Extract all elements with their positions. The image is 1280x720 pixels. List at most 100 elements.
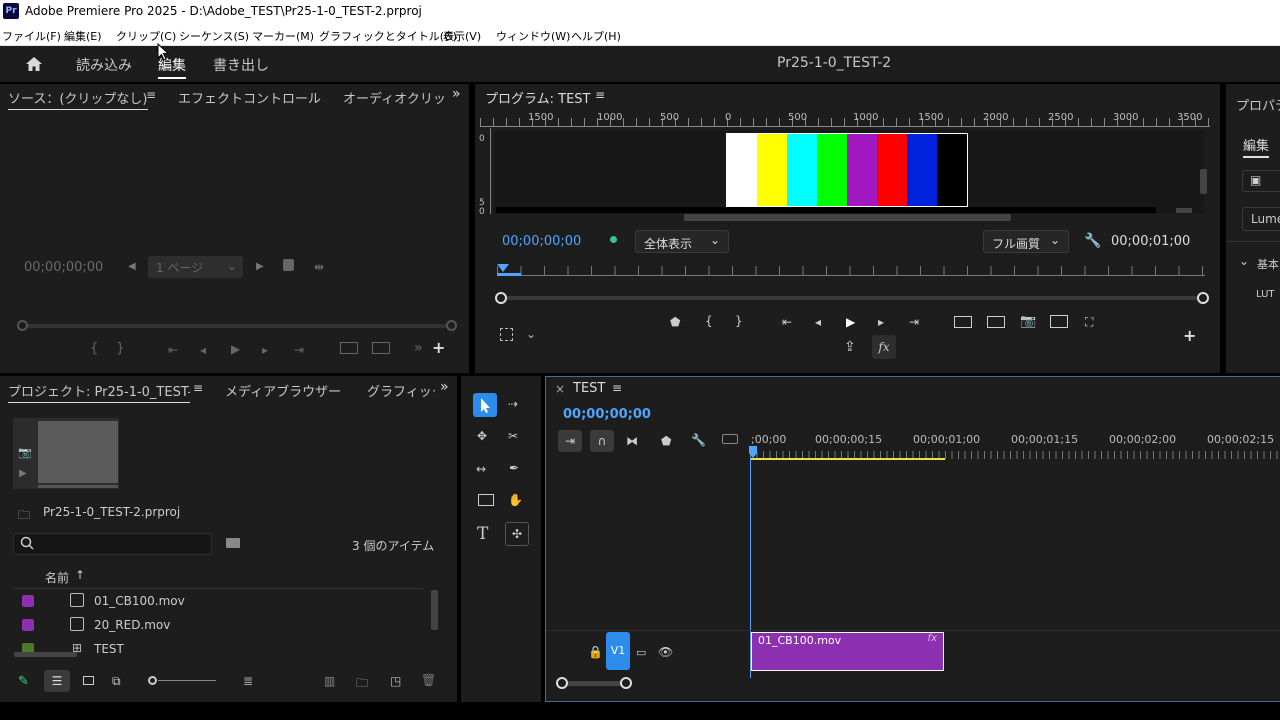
mark-out-icon[interactable]: } xyxy=(735,314,743,328)
home-icon[interactable] xyxy=(25,56,43,76)
ripple-edit-icon[interactable]: ✥ xyxy=(477,429,487,443)
basic-section-label[interactable]: 基本 xyxy=(1257,256,1279,272)
lock-icon[interactable]: 🔒 xyxy=(588,645,603,659)
go-to-in-icon[interactable]: ⇤ xyxy=(168,343,178,357)
zoom-slider-handle[interactable] xyxy=(148,676,157,685)
pen-icon[interactable]: ✒ xyxy=(509,461,519,475)
fx-button[interactable]: fx xyxy=(872,335,896,359)
menu-window[interactable]: ウィンドウ(W) xyxy=(496,28,570,44)
find-icon[interactable]: 🗀 xyxy=(356,674,368,695)
chevron-down-icon[interactable]: ⌄ xyxy=(526,327,536,341)
freeform-view-icon[interactable]: ⧉ xyxy=(112,674,121,689)
add-marker-icon[interactable]: ⬟ xyxy=(670,315,680,329)
tab-import[interactable]: 読み込み xyxy=(76,55,132,75)
sort-icons-icon[interactable]: ≣ xyxy=(243,674,253,688)
list-item[interactable]: ⊞ TEST xyxy=(13,637,425,661)
slip-icon[interactable]: ↔ xyxy=(476,462,486,476)
automate-to-sequence-icon[interactable]: ▥ xyxy=(324,674,335,688)
type-icon[interactable]: T xyxy=(477,524,488,544)
overwrite-icon[interactable] xyxy=(372,342,390,354)
nest-toggle-icon[interactable]: ⇥ xyxy=(558,430,582,452)
page-select[interactable]: 1 ページ ⌄ xyxy=(148,256,243,278)
project-search-input[interactable] xyxy=(13,533,212,555)
razor-icon[interactable]: ✂ xyxy=(508,429,518,443)
source-scroll-start[interactable] xyxy=(17,320,28,331)
program-zoom-track[interactable] xyxy=(500,296,1203,300)
track-select-forward-icon[interactable]: ⇢ xyxy=(508,397,518,411)
linked-selection-icon[interactable]: ⧓ xyxy=(626,434,638,448)
rectangle-icon[interactable] xyxy=(478,494,494,506)
viewer-h-scrollbar[interactable] xyxy=(684,214,1011,221)
comparison-view-icon[interactable] xyxy=(1050,315,1068,328)
go-to-in-icon[interactable]: ⇤ xyxy=(782,315,792,329)
page-icon[interactable] xyxy=(283,259,294,271)
captions-icon[interactable] xyxy=(722,434,738,444)
wrench-icon[interactable]: 🔧 xyxy=(1084,233,1101,249)
tab-source[interactable]: ソース：(クリップなし) xyxy=(8,88,148,110)
hand-icon[interactable]: ✋ xyxy=(508,493,523,507)
zoom-handle-end[interactable] xyxy=(620,677,632,689)
fit-select[interactable]: 全体表示 ⌄ xyxy=(635,230,729,253)
timeline-clip[interactable]: 01_CB100.mov fx xyxy=(751,632,944,671)
tab-effect-controls[interactable]: エフェクトコントロール xyxy=(178,88,321,107)
zoom-handle-start[interactable] xyxy=(556,677,568,689)
trash-icon[interactable]: 🗑 xyxy=(421,673,436,687)
play-icon[interactable]: ▶ xyxy=(19,468,27,479)
close-icon[interactable]: × xyxy=(555,382,565,396)
zoom-handle-start[interactable] xyxy=(495,292,507,304)
menu-graphics[interactable]: グラフィックとタイトル(G) xyxy=(319,28,457,44)
next-page-icon[interactable]: ▶ xyxy=(256,261,264,272)
project-thumbnail[interactable] xyxy=(38,421,118,483)
program-title[interactable]: プログラム: TEST xyxy=(485,88,590,107)
viewer-v-scrollbar[interactable] xyxy=(1200,169,1207,194)
proxy-toggle-icon[interactable]: ⛶ xyxy=(1085,315,1093,330)
pencil-icon[interactable]: ✎ xyxy=(18,674,29,689)
icon-view-icon[interactable] xyxy=(83,676,94,685)
menu-marker[interactable]: マーカー(M) xyxy=(252,28,314,44)
menu-sequence[interactable]: シーケンス(S) xyxy=(179,28,249,44)
generative-extend-icon[interactable]: ✣ xyxy=(505,522,529,546)
source-menu-icon[interactable]: ≡ xyxy=(146,88,156,102)
prev-page-icon[interactable]: ◀ xyxy=(128,261,136,272)
timeline-timecode[interactable]: 00;00;00;00 xyxy=(563,407,651,422)
zoom-handle-end[interactable] xyxy=(1197,292,1209,304)
mark-in-icon[interactable]: { xyxy=(705,314,713,328)
label-color-swatch[interactable] xyxy=(22,595,34,607)
lift-icon[interactable] xyxy=(954,316,972,328)
sync-lock-icon[interactable]: ▭ xyxy=(636,646,646,659)
step-back-icon[interactable]: ◂ xyxy=(815,315,821,329)
track-target-v1[interactable]: V1 xyxy=(606,632,630,670)
step-forward-icon[interactable]: ▸ xyxy=(262,343,268,357)
program-timecode[interactable]: 00;00;00;00 xyxy=(502,234,581,249)
snap-icon[interactable]: ∩ xyxy=(590,430,614,452)
list-item[interactable]: 01_CB100.mov xyxy=(13,589,425,613)
tab-graphics[interactable]: グラフィック xyxy=(367,381,435,400)
program-menu-icon[interactable]: ≡ xyxy=(595,88,605,102)
selection-tool[interactable] xyxy=(473,393,497,417)
go-to-out-icon[interactable]: ⇥ xyxy=(294,343,304,357)
timeline-menu-icon[interactable]: ≡ xyxy=(612,381,622,395)
source-timecode[interactable]: 00;00;00;00 xyxy=(24,260,103,275)
tab-media-browser[interactable]: メディアブラウザー xyxy=(225,381,341,400)
sort-arrow-up-icon[interactable]: ↑ xyxy=(75,568,85,582)
list-view-button[interactable]: ☰ xyxy=(44,670,70,692)
step-forward-icon[interactable]: ▸ xyxy=(878,315,884,329)
play-icon[interactable]: ▶ xyxy=(846,315,855,329)
safe-margins-icon[interactable] xyxy=(500,328,513,341)
new-item-icon[interactable]: ◳ xyxy=(390,674,401,688)
extract-icon[interactable] xyxy=(987,316,1005,328)
work-area-bar[interactable] xyxy=(750,458,945,460)
menu-help[interactable]: ヘルプ(H) xyxy=(571,28,621,44)
play-icon[interactable]: ▶ xyxy=(231,342,240,356)
properties-title[interactable]: プロパティ xyxy=(1236,95,1280,114)
label-color-swatch[interactable] xyxy=(22,619,34,631)
timeline-zoom-bar[interactable] xyxy=(558,681,628,686)
insert-icon[interactable] xyxy=(340,342,358,354)
list-v-scrollbar[interactable] xyxy=(431,590,438,630)
thumb-scrub-bar[interactable] xyxy=(38,485,118,488)
add-button-icon[interactable]: + xyxy=(1183,326,1196,345)
tab-export[interactable]: 書き出し xyxy=(213,55,269,75)
program-mini-ruler[interactable] xyxy=(497,275,1205,276)
more-panels-icon[interactable]: » xyxy=(440,379,449,395)
zoom-slider-track[interactable] xyxy=(158,680,216,681)
